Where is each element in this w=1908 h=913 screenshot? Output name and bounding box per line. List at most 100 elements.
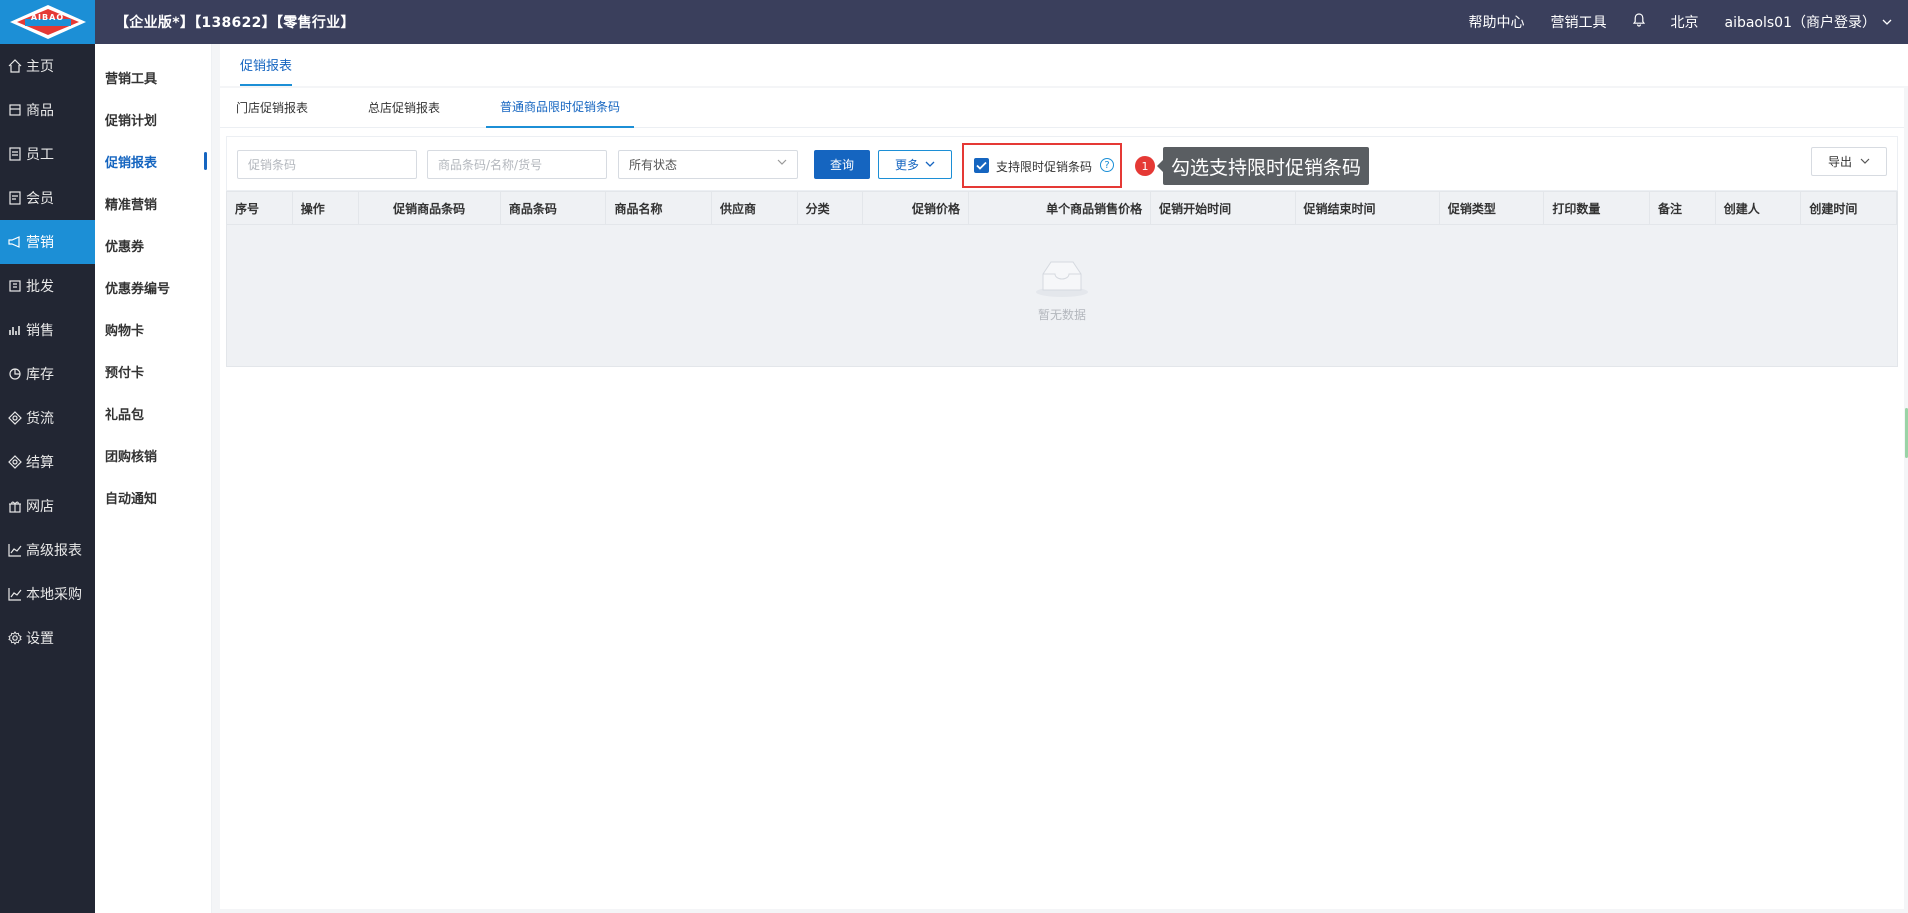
promo-table: 序号 操作 促销商品条码 商品条码 商品名称 供应商 分类 促销价格 单个商品销售价格 促销开始时…	[226, 191, 1898, 367]
column-header: 打印数量	[1544, 192, 1650, 225]
nav-item-0[interactable]: 主页	[0, 44, 95, 88]
step-badge: 1	[1135, 156, 1155, 176]
column-header: 商品条码	[501, 192, 607, 225]
user-name: aibaols01（商户登录）	[1724, 15, 1877, 31]
column-header: 促销类型	[1440, 192, 1545, 225]
nav-item-1[interactable]: 商品	[0, 88, 95, 132]
nav-item-2[interactable]: 员工	[0, 132, 95, 176]
column-header: 创建时间	[1801, 192, 1897, 225]
nav-item-9[interactable]: 结算	[0, 440, 95, 484]
export-button[interactable]: 导出	[1811, 147, 1887, 176]
promo-code-input[interactable]: 促销条码	[237, 150, 417, 179]
gift-shop-icon	[8, 499, 22, 513]
main-sidebar: AIBAO 主页 商品员工会员营销批发销售库存货流结算网店高级报表本地采购设置	[0, 0, 95, 913]
nav-item-6[interactable]: 销售	[0, 308, 95, 352]
nav-item-5[interactable]: 批发	[0, 264, 95, 308]
status-select[interactable]: 所有状态	[618, 150, 798, 179]
more-button-label: 更多	[894, 158, 919, 172]
member-icon	[8, 191, 22, 205]
goods-search-input[interactable]: 商品条码/名称/货号	[427, 150, 607, 179]
nav-item-label: 会员	[26, 191, 54, 207]
stock-pie-icon	[8, 367, 22, 381]
nav-item-label: 本地采购	[26, 587, 82, 603]
main-nav: 主页 商品员工会员营销批发销售库存货流结算网店高级报表本地采购设置	[0, 44, 95, 660]
column-header: 分类	[798, 192, 864, 225]
staff-icon	[8, 147, 22, 161]
nav-item-7[interactable]: 库存	[0, 352, 95, 396]
subnav-item-8[interactable]: 礼品包	[95, 392, 211, 434]
city-selector[interactable]: 北京	[1671, 12, 1699, 32]
tenant-title: 【企业版*】【138622】【零售行业】	[115, 15, 355, 31]
goods-icon	[8, 103, 22, 117]
nav-item-label: 批发	[26, 279, 54, 295]
checkbox-highlight-box: 支持限时促销条码 ?	[962, 143, 1122, 188]
help-center-link[interactable]: 帮助中心	[1469, 12, 1525, 32]
table-header: 序号 操作 促销商品条码 商品条码 商品名称 供应商 分类 促销价格 单个商品销售价格 促销开始时…	[227, 192, 1897, 225]
subnav-item-0[interactable]: 营销工具	[95, 56, 211, 98]
marketing-tools-link[interactable]: 营销工具	[1551, 12, 1607, 32]
nav-item-label: 员工	[26, 147, 54, 163]
timed-promo-checkbox[interactable]	[974, 158, 989, 173]
home-icon	[8, 59, 22, 73]
chevron-down-icon	[777, 159, 787, 165]
nav-item-label: 库存	[26, 367, 54, 383]
subnav-item-1[interactable]: 促销计划	[95, 98, 211, 140]
report-panel: 门店促销报表 总店促销报表 普通商品限时促销条码 促销条码 商品条码/名称/货号…	[220, 88, 1904, 909]
subtab-timed-promo-code[interactable]: 普通商品限时促销条码	[486, 88, 635, 128]
nav-item-label: 货流	[26, 411, 54, 427]
subnav-item-5[interactable]: 优惠券编号	[95, 266, 211, 308]
main-content: 促销报表 门店促销报表 总店促销报表 普通商品限时促销条码 促销条码 商品条码/…	[220, 44, 1908, 913]
column-header: 商品名称	[606, 192, 712, 225]
nav-item-11[interactable]: 高级报表	[0, 528, 95, 572]
subnav-item-4[interactable]: 优惠券	[95, 224, 211, 266]
nav-item-label: 网店	[26, 499, 54, 515]
subnav-item-6[interactable]: 购物卡	[95, 308, 211, 350]
page-tabs: 促销报表	[220, 44, 1908, 86]
nav-item-label: 销售	[26, 323, 54, 339]
line-chart-icon	[8, 587, 22, 601]
column-header: 备注	[1650, 192, 1716, 225]
nav-item-12[interactable]: 本地采购	[0, 572, 95, 616]
annotation-tooltip: 勾选支持限时促销条码	[1156, 147, 1370, 185]
column-header: 促销结束时间	[1296, 192, 1440, 225]
user-menu[interactable]: aibaols01（商户登录）	[1725, 12, 1893, 32]
wholesale-icon	[8, 279, 22, 293]
nav-item-label: 营销	[26, 235, 54, 251]
more-button[interactable]: 更多	[878, 150, 952, 179]
nav-item-13[interactable]: 设置	[0, 616, 95, 660]
sales-chart-icon	[8, 323, 22, 337]
subnav-item-3[interactable]: 精准营销	[95, 182, 211, 224]
gear-icon	[8, 631, 22, 645]
nav-item-8[interactable]: 货流	[0, 396, 95, 440]
brand-logo[interactable]: AIBAO	[0, 0, 95, 44]
status-select-value: 所有状态	[629, 158, 678, 172]
chevron-down-icon	[925, 161, 935, 167]
help-circle-icon[interactable]: ?	[1100, 158, 1114, 172]
nav-item-10[interactable]: 网店	[0, 484, 95, 528]
nav-item-4[interactable]: 营销	[0, 220, 95, 264]
chevron-down-icon	[1882, 19, 1892, 25]
subnav-item-10[interactable]: 自动通知	[95, 476, 211, 518]
subtab-store-report[interactable]: 门店促销报表	[236, 88, 308, 128]
nav-item-label: 设置	[26, 631, 54, 647]
nav-item-label: 高级报表	[26, 543, 82, 559]
nav-item-3[interactable]: 会员	[0, 176, 95, 220]
subnav-item-2[interactable]: 促销报表	[95, 140, 211, 182]
query-button[interactable]: 查询	[814, 150, 870, 179]
empty-inbox-icon	[1036, 261, 1088, 297]
report-subtabs: 门店促销报表 总店促销报表 普通商品限时促销条码	[220, 88, 1904, 128]
filter-bar: 促销条码 商品条码/名称/货号 所有状态 查询 更多 支持限时促销条码 ? 1 …	[226, 136, 1898, 191]
column-header: 促销商品条码	[359, 192, 501, 225]
subtab-hq-report[interactable]: 总店促销报表	[368, 88, 440, 128]
chevron-down-icon	[1860, 158, 1870, 164]
secondary-sidebar: 营销工具 促销计划 促销报表 精准营销 优惠券 优惠券编号 购物卡 预付卡 礼品包 团购核销 自动通…	[95, 44, 212, 913]
megaphone-icon	[8, 235, 22, 249]
nav-item-label: 结算	[26, 455, 54, 471]
bell-icon[interactable]	[1632, 13, 1645, 31]
column-header: 创建人	[1716, 192, 1802, 225]
subnav-item-7[interactable]: 预付卡	[95, 350, 211, 392]
column-header: 促销价格	[863, 192, 969, 225]
tab-promo-report[interactable]: 促销报表	[240, 55, 293, 86]
subnav-item-9[interactable]: 团购核销	[95, 434, 211, 476]
timed-promo-checkbox-label[interactable]: 支持限时促销条码	[996, 158, 1092, 175]
